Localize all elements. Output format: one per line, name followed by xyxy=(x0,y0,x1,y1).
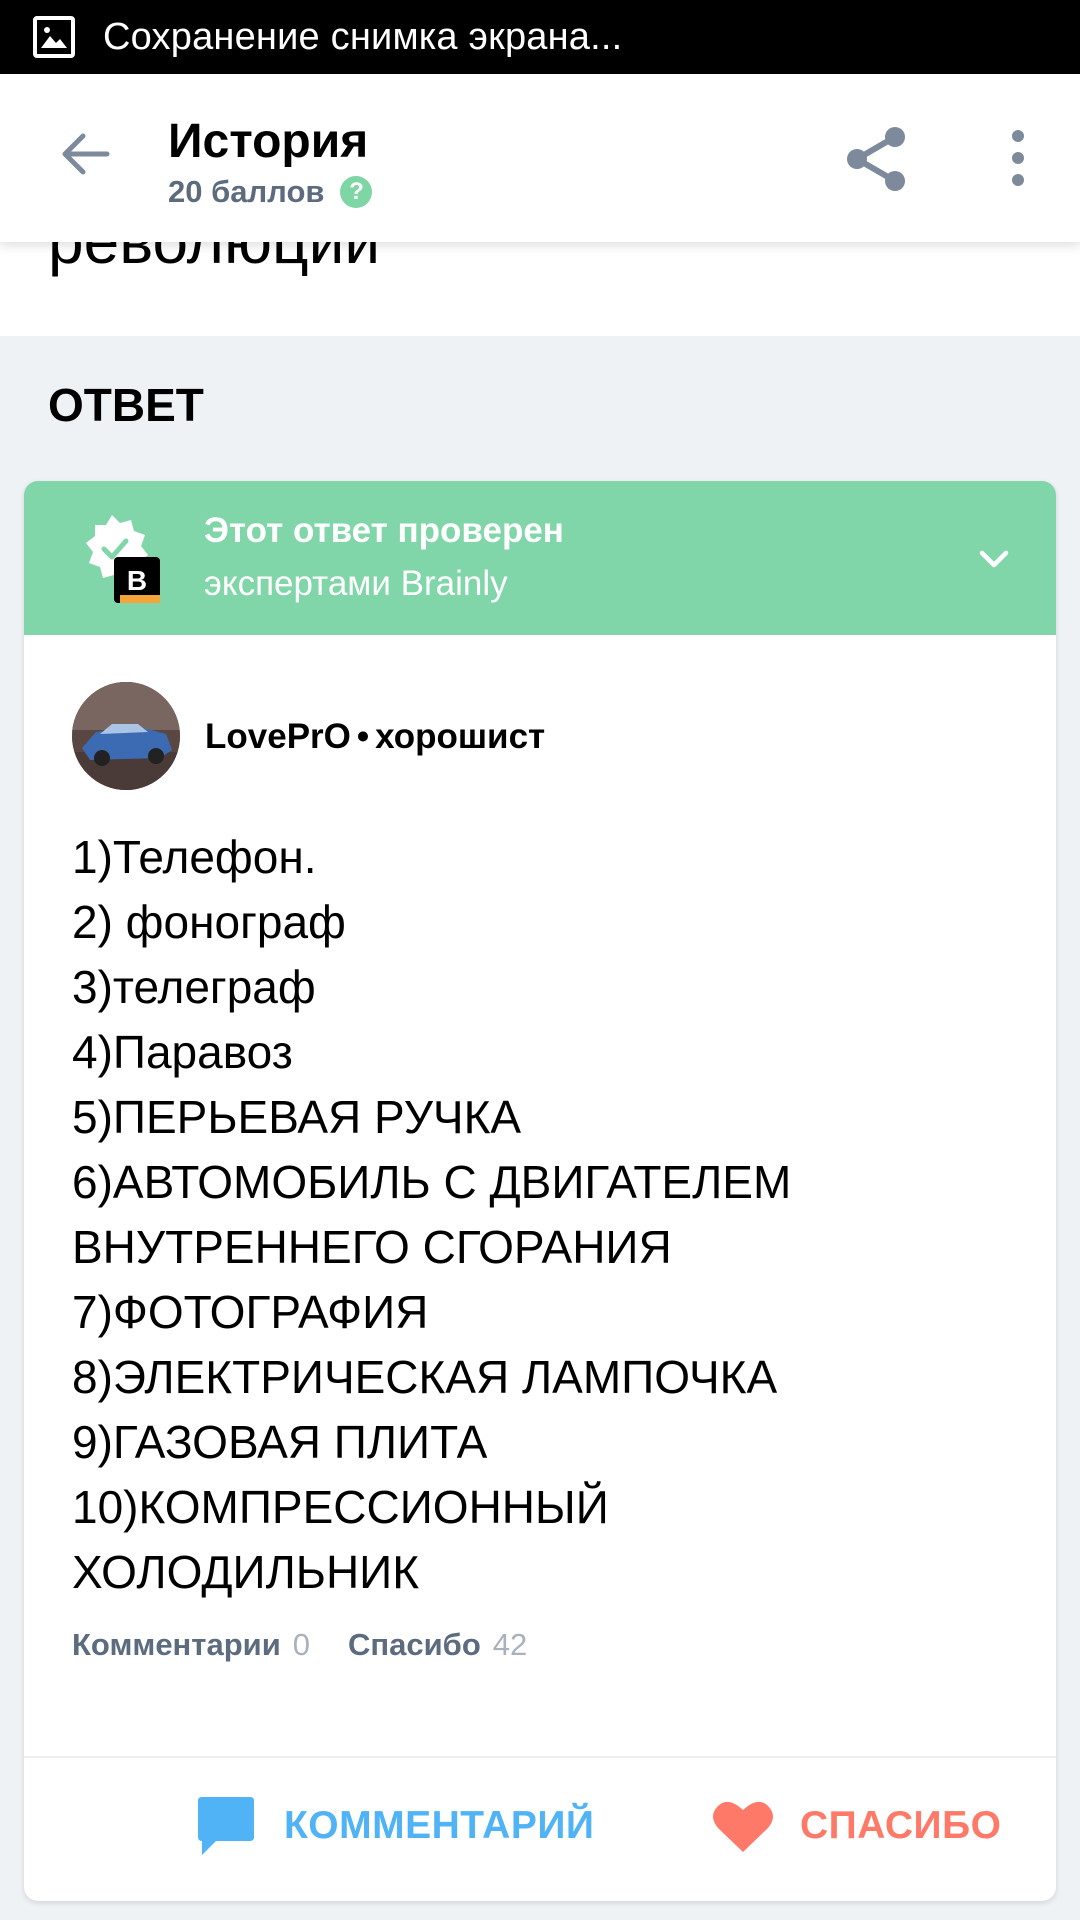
heart-icon xyxy=(713,1801,773,1852)
comments-count: 0 xyxy=(292,1627,311,1662)
comment-button-label: КОММЕНТАРИЙ xyxy=(284,1804,595,1847)
points-text: 20 баллов xyxy=(168,174,325,209)
verified-badge-icon: B xyxy=(86,515,160,603)
thanks-button-label: СПАСИБО xyxy=(800,1804,1002,1847)
comments-stat-label[interactable]: Комментарии xyxy=(72,1627,281,1663)
status-bar: Сохранение снимка экрана... xyxy=(0,0,1080,74)
answer-line: 6)АВТОМОБИЛЬ С ДВИГАТЕЛЕМ xyxy=(72,1156,792,1208)
verified-subtitle: экспертами Brainly xyxy=(204,564,508,603)
thanks-stat-label[interactable]: Спасибо xyxy=(348,1627,481,1663)
points-label: 20 баллов ? xyxy=(168,174,373,210)
verified-banner[interactable]: B Этот ответ проверен экспертами Brainly xyxy=(24,481,1056,635)
answer-line: 1)Телефон. xyxy=(72,831,317,883)
share-icon[interactable] xyxy=(845,126,907,192)
chevron-down-icon[interactable] xyxy=(974,539,1014,579)
author-rank: хорошист xyxy=(375,717,546,756)
author-separator: • xyxy=(356,717,370,756)
arrow-left-icon xyxy=(62,133,110,175)
thanks-button[interactable]: СПАСИБО xyxy=(712,1791,1001,1861)
answer-card: B Этот ответ проверен экспертами Brainly… xyxy=(24,481,1056,1901)
page-title: История xyxy=(168,115,369,168)
verified-title: Этот ответ проверен xyxy=(204,511,564,550)
answer-line: 2) фонограф xyxy=(72,896,346,948)
answer-line: 3)телеграф xyxy=(72,961,316,1013)
question-content: революции xyxy=(0,242,1080,336)
screenshot-icon xyxy=(33,16,75,58)
back-button[interactable] xyxy=(46,118,126,190)
answer-text: 1)Телефон. 2) фонограф 3)телеграф 4)Пара… xyxy=(72,825,1022,1605)
help-icon[interactable]: ? xyxy=(340,176,373,208)
answer-heading: ОТВЕТ xyxy=(48,379,204,431)
answer-line: 10)КОМПРЕССИОННЫЙ xyxy=(72,1481,609,1533)
divider xyxy=(24,1756,1056,1758)
answer-stats: Комментарии 0 Спасибо 42 xyxy=(72,1627,565,1663)
top-app-bar: История 20 баллов ? xyxy=(0,74,1080,242)
badge-letter: B xyxy=(127,565,147,596)
status-notification-text: Сохранение снимка экрана... xyxy=(103,15,623,58)
more-vertical-icon[interactable] xyxy=(1005,130,1031,186)
answer-line: 7)ФОТОГРАФИЯ xyxy=(72,1286,429,1338)
answer-line: ХОЛОДИЛЬНИК xyxy=(72,1546,420,1598)
author-name[interactable]: LovePrO xyxy=(205,717,351,757)
avatar[interactable] xyxy=(72,682,180,790)
answer-line: 9)ГАЗОВАЯ ПЛИТА xyxy=(72,1416,488,1468)
answer-line: ВНУТРЕННЕГО СГОРАНИЯ xyxy=(72,1221,672,1273)
answer-line: 4)Паравоз xyxy=(72,1026,293,1078)
answer-line: 8)ЭЛЕКТРИЧЕСКАЯ ЛАМПОЧКА xyxy=(72,1351,778,1403)
thanks-count: 42 xyxy=(492,1627,528,1662)
speech-bubble-icon xyxy=(198,1797,254,1855)
author-line: LovePrO • хорошист xyxy=(205,717,545,757)
comment-button[interactable]: КОММЕНТАРИЙ xyxy=(194,1791,594,1861)
answer-line: 5)ПЕРЬЕВАЯ РУЧКА xyxy=(72,1091,522,1143)
question-text: революции xyxy=(48,242,380,278)
